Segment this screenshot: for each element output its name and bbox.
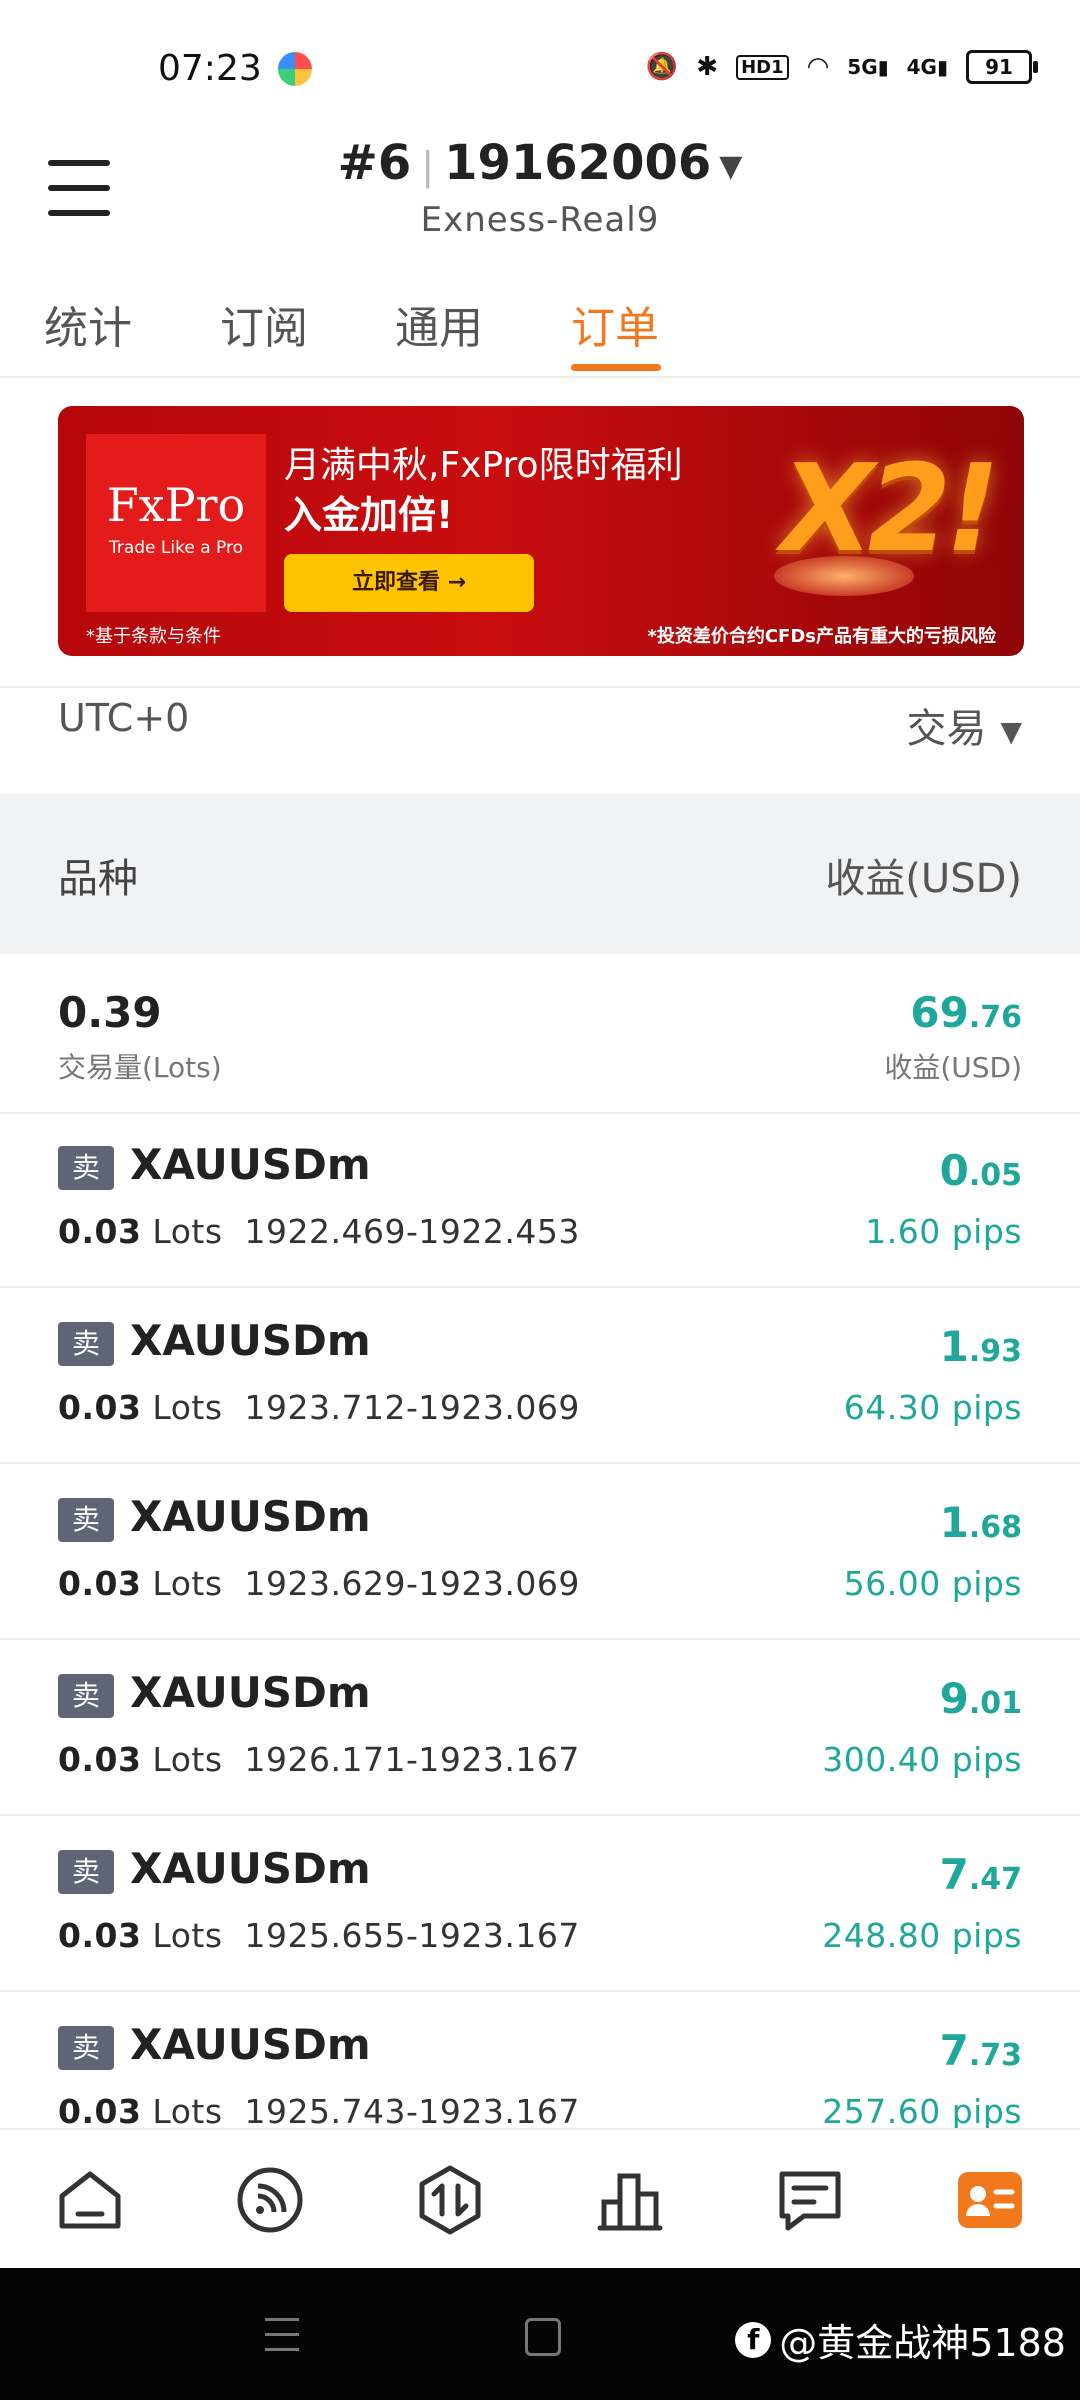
order-row[interactable]: 卖 XAUUSDm 0.03 Lots 1922.469-1922.453 0.… bbox=[0, 1112, 1080, 1288]
banner-terms-note: *基于条款与条件 bbox=[86, 626, 221, 647]
total-volume-label: 交易量(Lots) bbox=[58, 1051, 222, 1084]
wifi-icon: ◠ bbox=[806, 52, 830, 82]
sell-badge: 卖 bbox=[58, 1674, 114, 1718]
order-profit: 7.73 bbox=[939, 2026, 1022, 2075]
total-profit: 69.76 bbox=[910, 988, 1022, 1037]
sell-badge: 卖 bbox=[58, 1322, 114, 1366]
active-tab-indicator bbox=[571, 364, 661, 371]
column-profit: 收益(USD) bbox=[825, 856, 1022, 902]
tab-statistics[interactable]: 统计 bbox=[44, 292, 132, 356]
sell-badge: 卖 bbox=[58, 1146, 114, 1190]
order-profit: 0.05 bbox=[939, 1146, 1022, 1195]
sell-badge: 卖 bbox=[58, 1850, 114, 1894]
facebook-icon: f bbox=[735, 2321, 772, 2358]
status-icons: 🔕 ✱ HD1 ◠ 5G▮ 4G▮ 91 bbox=[645, 50, 1038, 84]
hd-icon: HD1 bbox=[736, 54, 789, 80]
order-row[interactable]: 卖 XAUUSDm 0.03 Lots 1923.712-1923.069 1.… bbox=[0, 1288, 1080, 1464]
order-detail: 0.03 Lots 1926.171-1923.167 bbox=[58, 1740, 580, 1779]
nav-messages[interactable] bbox=[774, 2164, 846, 2236]
status-bar: 07:23 🔕 ✱ HD1 ◠ 5G▮ 4G▮ 91 bbox=[0, 0, 1080, 140]
order-symbol: XAUUSDm bbox=[130, 1668, 371, 1717]
order-pips: 56.00 pips bbox=[843, 1564, 1022, 1603]
watermark: f @黄金战神5188 bbox=[735, 2312, 1066, 2367]
order-pips: 300.40 pips bbox=[822, 1740, 1022, 1779]
timezone-selector[interactable]: UTC+0 bbox=[58, 696, 189, 740]
nav-trade[interactable] bbox=[414, 2164, 486, 2236]
message-icon bbox=[779, 2171, 841, 2231]
signal-5g-icon: 5G▮ bbox=[847, 55, 889, 79]
tab-bar: 统计 订阅 通用 订单 bbox=[0, 280, 1080, 378]
order-profit: 9.01 bbox=[939, 1674, 1022, 1723]
recent-apps-button[interactable] bbox=[265, 2318, 299, 2354]
nav-home[interactable] bbox=[54, 2164, 126, 2236]
nav-charts[interactable] bbox=[594, 2164, 666, 2236]
mute-icon: 🔕 bbox=[645, 52, 679, 82]
account-id: 19162006 bbox=[444, 135, 712, 191]
server-name: Exness-Real9 bbox=[420, 200, 660, 240]
order-detail: 0.03 Lots 1923.629-1923.069 bbox=[58, 1564, 580, 1603]
column-symbol: 品种 bbox=[58, 856, 138, 902]
chart-icon bbox=[597, 2173, 663, 2231]
order-pips: 257.60 pips bbox=[822, 2092, 1022, 2128]
order-pips: 248.80 pips bbox=[822, 1916, 1022, 1955]
system-nav-bar: f @黄金战神5188 bbox=[0, 2268, 1080, 2400]
banner-view-button[interactable]: 立即查看 → bbox=[284, 554, 534, 612]
order-symbol: XAUUSDm bbox=[130, 2020, 371, 2069]
bottom-nav bbox=[0, 2128, 1080, 2270]
banner-subheadline: 入金加倍! bbox=[284, 493, 454, 537]
trade-icon bbox=[419, 2165, 481, 2235]
nav-profile[interactable] bbox=[954, 2164, 1026, 2236]
status-time: 07:23 bbox=[158, 48, 262, 89]
order-profit: 1.68 bbox=[939, 1498, 1022, 1547]
fxpro-logo: FxPro Trade Like a Pro bbox=[86, 434, 266, 612]
order-profit: 1.93 bbox=[939, 1322, 1022, 1371]
total-volume: 0.39 bbox=[58, 988, 162, 1037]
orders-list: 卖 XAUUSDm 0.03 Lots 1922.469-1922.453 0.… bbox=[0, 1112, 1080, 2128]
order-profit: 7.47 bbox=[939, 1850, 1022, 1899]
banner-x2-graphic: X2! bbox=[781, 440, 1000, 579]
filter-row: UTC+0 交易 ▼ bbox=[0, 686, 1080, 796]
dropdown-triangle-icon: ▼ bbox=[1000, 714, 1022, 748]
signal-icon bbox=[237, 2167, 303, 2233]
nav-signals[interactable] bbox=[234, 2164, 306, 2236]
banner-risk-note: *投资差价合约CFDs产品有重大的亏损风险 bbox=[647, 626, 996, 647]
order-symbol: XAUUSDm bbox=[130, 1140, 371, 1189]
summary-row: 0.39 交易量(Lots) 69.76 收益(USD) bbox=[0, 954, 1080, 1114]
table-header: 品种 收益(USD) bbox=[0, 794, 1080, 954]
order-pips: 64.30 pips bbox=[843, 1388, 1022, 1427]
order-detail: 0.03 Lots 1925.743-1923.167 bbox=[58, 2092, 580, 2128]
order-pips: 1.60 pips bbox=[865, 1212, 1022, 1251]
order-row[interactable]: 卖 XAUUSDm 0.03 Lots 1923.629-1923.069 1.… bbox=[0, 1464, 1080, 1640]
battery-icon: 91 bbox=[966, 50, 1038, 84]
promo-banner[interactable]: FxPro Trade Like a Pro 月满中秋,FxPro限时福利 入金… bbox=[58, 406, 1024, 656]
home-button[interactable] bbox=[525, 2318, 561, 2356]
tab-subscription[interactable]: 订阅 bbox=[220, 292, 308, 356]
bluetooth-icon: ✱ bbox=[696, 52, 719, 82]
tab-general[interactable]: 通用 bbox=[395, 292, 483, 356]
sell-badge: 卖 bbox=[58, 2026, 114, 2070]
order-detail: 0.03 Lots 1923.712-1923.069 bbox=[58, 1388, 580, 1427]
order-symbol: XAUUSDm bbox=[130, 1492, 371, 1541]
order-symbol: XAUUSDm bbox=[130, 1844, 371, 1893]
order-symbol: XAUUSDm bbox=[130, 1316, 371, 1365]
order-detail: 0.03 Lots 1925.655-1923.167 bbox=[58, 1916, 580, 1955]
app-notification-icon bbox=[278, 52, 312, 86]
signal-4g-icon: 4G▮ bbox=[906, 55, 948, 79]
account-number: #6 bbox=[337, 135, 412, 191]
order-row[interactable]: 卖 XAUUSDm 0.03 Lots 1925.655-1923.167 7.… bbox=[0, 1816, 1080, 1992]
order-row[interactable]: 卖 XAUUSDm 0.03 Lots 1926.171-1923.167 9.… bbox=[0, 1640, 1080, 1816]
profile-card-icon bbox=[958, 2172, 1022, 2228]
trade-type-filter[interactable]: 交易 ▼ bbox=[906, 696, 1022, 754]
account-selector[interactable]: #6 | 19162006 ▼ bbox=[0, 135, 1080, 191]
home-icon bbox=[59, 2171, 121, 2229]
sell-badge: 卖 bbox=[58, 1498, 114, 1542]
order-detail: 0.03 Lots 1922.469-1922.453 bbox=[58, 1212, 580, 1251]
total-profit-label: 收益(USD) bbox=[884, 1051, 1022, 1084]
dropdown-caret-icon: ▼ bbox=[719, 148, 743, 184]
banner-headline: 月满中秋,FxPro限时福利 bbox=[284, 445, 683, 486]
tab-orders[interactable]: 订单 bbox=[571, 292, 659, 356]
order-row[interactable]: 卖 XAUUSDm 0.03 Lots 1925.743-1923.167 7.… bbox=[0, 1992, 1080, 2128]
